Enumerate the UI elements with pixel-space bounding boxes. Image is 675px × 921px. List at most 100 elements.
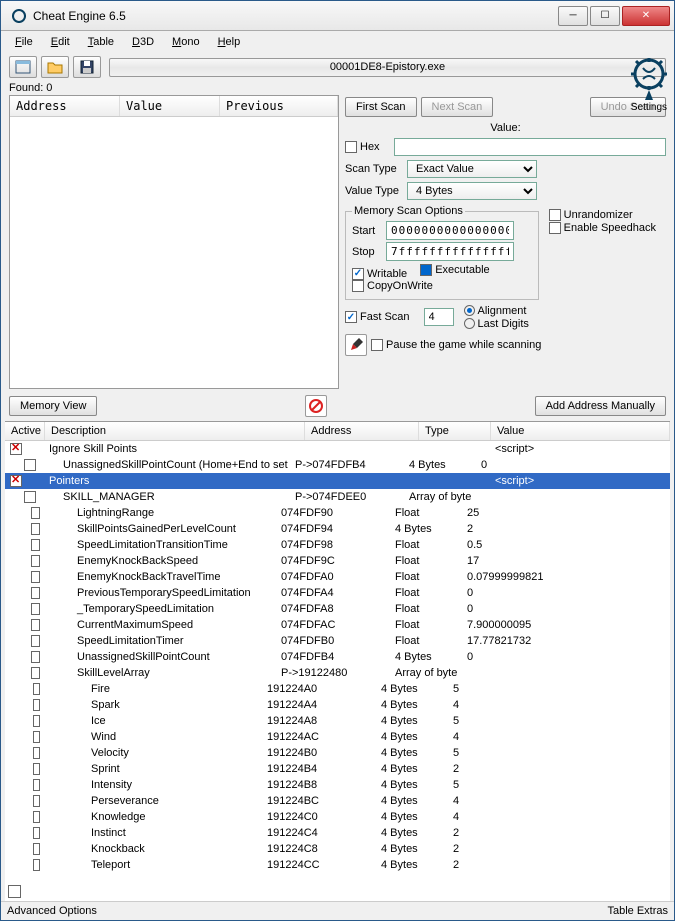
table-row[interactable]: Instinct191224C44 Bytes2 <box>5 825 670 841</box>
corner-checkbox[interactable] <box>8 885 21 898</box>
table-extras[interactable]: Table Extras <box>607 905 668 917</box>
table-row[interactable]: SKILL_MANAGERP->074FDEE0Array of byte <box>5 489 670 505</box>
row-checkbox[interactable] <box>33 715 40 727</box>
stop-input[interactable] <box>386 242 514 261</box>
row-checkbox[interactable] <box>33 827 40 839</box>
row-checkbox[interactable] <box>10 443 22 455</box>
hdr-type[interactable]: Type <box>419 422 491 440</box>
value-type-select[interactable]: 4 Bytes <box>407 182 537 200</box>
row-checkbox[interactable] <box>31 555 40 567</box>
memory-view-button[interactable]: Memory View <box>9 396 97 416</box>
row-checkbox[interactable] <box>33 747 40 759</box>
settings-logo[interactable]: Settings <box>629 56 669 116</box>
value-input[interactable] <box>394 138 666 156</box>
row-checkbox[interactable] <box>33 763 40 775</box>
table-row[interactable]: SkillLevelArrayP->19122480Array of byte <box>5 665 670 681</box>
row-checkbox[interactable] <box>31 619 40 631</box>
pause-checkbox[interactable]: Pause the game while scanning <box>371 339 541 351</box>
process-bar[interactable]: 00001DE8-Epistory.exe <box>109 58 666 77</box>
row-checkbox[interactable] <box>33 731 40 743</box>
unrandomizer-checkbox[interactable]: Unrandomizer <box>549 209 656 221</box>
menu-table[interactable]: Table <box>80 34 122 50</box>
add-address-button[interactable]: Add Address Manually <box>535 396 666 416</box>
table-row[interactable]: SkillPointsGainedPerLevelCount074FDF944 … <box>5 521 670 537</box>
row-checkbox[interactable] <box>31 651 40 663</box>
table-body[interactable]: Ignore Skill Points<script>UnassignedSki… <box>5 441 670 882</box>
pen-icon[interactable] <box>345 334 367 356</box>
col-value[interactable]: Value <box>120 96 220 116</box>
table-row[interactable]: Knowledge191224C04 Bytes4 <box>5 809 670 825</box>
hdr-active[interactable]: Active <box>5 422 45 440</box>
row-checkbox[interactable] <box>31 523 40 535</box>
table-row[interactable]: SpeedLimitationTransitionTime074FDF98Flo… <box>5 537 670 553</box>
row-checkbox[interactable] <box>31 603 40 615</box>
result-list[interactable]: Address Value Previous <box>9 95 339 389</box>
row-checkbox[interactable] <box>33 795 40 807</box>
row-checkbox[interactable] <box>31 635 40 647</box>
save-icon[interactable] <box>73 56 101 78</box>
row-checkbox[interactable] <box>31 571 40 583</box>
menu-help[interactable]: Help <box>210 34 249 50</box>
hdr-addr[interactable]: Address <box>305 422 419 440</box>
table-row[interactable]: Sprint191224B44 Bytes2 <box>5 761 670 777</box>
next-scan-button[interactable]: Next Scan <box>421 97 494 117</box>
table-row[interactable]: Pointers<script> <box>5 473 670 489</box>
maximize-button[interactable]: ☐ <box>590 6 620 26</box>
row-checkbox[interactable] <box>33 811 40 823</box>
table-row[interactable]: Teleport191224CC4 Bytes2 <box>5 857 670 873</box>
minimize-button[interactable]: ─ <box>558 6 588 26</box>
col-address[interactable]: Address <box>10 96 120 116</box>
hex-checkbox[interactable]: Hex <box>345 141 380 153</box>
table-row[interactable]: SpeedLimitationTimer074FDFB0Float17.7782… <box>5 633 670 649</box>
fast-scan-value[interactable] <box>424 308 454 326</box>
row-checkbox[interactable] <box>31 667 40 679</box>
no-icon[interactable] <box>305 395 327 417</box>
alignment-radio[interactable]: Alignment <box>464 305 529 317</box>
menu-d3d[interactable]: D3D <box>124 34 162 50</box>
row-checkbox[interactable] <box>31 539 40 551</box>
table-row[interactable]: Ignore Skill Points<script> <box>5 441 670 457</box>
table-row[interactable]: UnassignedSkillPointCount (Home+End to s… <box>5 457 670 473</box>
table-row[interactable]: Spark191224A44 Bytes4 <box>5 697 670 713</box>
table-row[interactable]: Knockback191224C84 Bytes2 <box>5 841 670 857</box>
open-process-icon[interactable] <box>9 56 37 78</box>
table-row[interactable]: Wind191224AC4 Bytes4 <box>5 729 670 745</box>
hdr-desc[interactable]: Description <box>45 422 305 440</box>
row-checkbox[interactable] <box>33 699 40 711</box>
row-checkbox[interactable] <box>24 459 36 471</box>
table-row[interactable]: EnemyKnockBackTravelTime074FDFA0Float0.0… <box>5 569 670 585</box>
titlebar[interactable]: Cheat Engine 6.5 ─ ☐ ✕ <box>1 1 674 31</box>
table-row[interactable]: Fire191224A04 Bytes5 <box>5 681 670 697</box>
table-row[interactable]: _TemporarySpeedLimitation074FDFA8Float0 <box>5 601 670 617</box>
table-row[interactable]: Velocity191224B04 Bytes5 <box>5 745 670 761</box>
table-row[interactable]: Intensity191224B84 Bytes5 <box>5 777 670 793</box>
writable-checkbox[interactable]: Writable <box>352 268 407 280</box>
row-checkbox[interactable] <box>24 491 36 503</box>
row-checkbox[interactable] <box>33 843 40 855</box>
executable-checkbox[interactable]: Executable <box>420 264 489 276</box>
open-file-icon[interactable] <box>41 56 69 78</box>
cow-checkbox[interactable]: CopyOnWrite <box>352 280 433 292</box>
table-row[interactable]: Ice191224A84 Bytes5 <box>5 713 670 729</box>
table-row[interactable]: LightningRange074FDF90Float25 <box>5 505 670 521</box>
last-digits-radio[interactable]: Last Digits <box>464 318 529 330</box>
table-row[interactable]: CurrentMaximumSpeed074FDFACFloat7.900000… <box>5 617 670 633</box>
row-checkbox[interactable] <box>33 683 40 695</box>
row-checkbox[interactable] <box>10 475 22 487</box>
start-input[interactable] <box>386 221 514 240</box>
col-previous[interactable]: Previous <box>220 96 338 116</box>
table-row[interactable]: EnemyKnockBackSpeed074FDF9CFloat17 <box>5 553 670 569</box>
menu-edit[interactable]: Edit <box>43 34 78 50</box>
scan-type-select[interactable]: Exact Value <box>407 160 537 178</box>
row-checkbox[interactable] <box>33 779 40 791</box>
table-row[interactable]: UnassignedSkillPointCount074FDFB44 Bytes… <box>5 649 670 665</box>
fast-scan-checkbox[interactable]: Fast Scan <box>345 311 410 323</box>
first-scan-button[interactable]: First Scan <box>345 97 417 117</box>
menu-mono[interactable]: Mono <box>164 34 208 50</box>
menu-file[interactable]: File <box>7 34 41 50</box>
row-checkbox[interactable] <box>31 587 40 599</box>
close-button[interactable]: ✕ <box>622 6 670 26</box>
table-row[interactable]: PreviousTemporarySpeedLimitation074FDFA4… <box>5 585 670 601</box>
hdr-val[interactable]: Value <box>491 422 670 440</box>
row-checkbox[interactable] <box>31 507 40 519</box>
